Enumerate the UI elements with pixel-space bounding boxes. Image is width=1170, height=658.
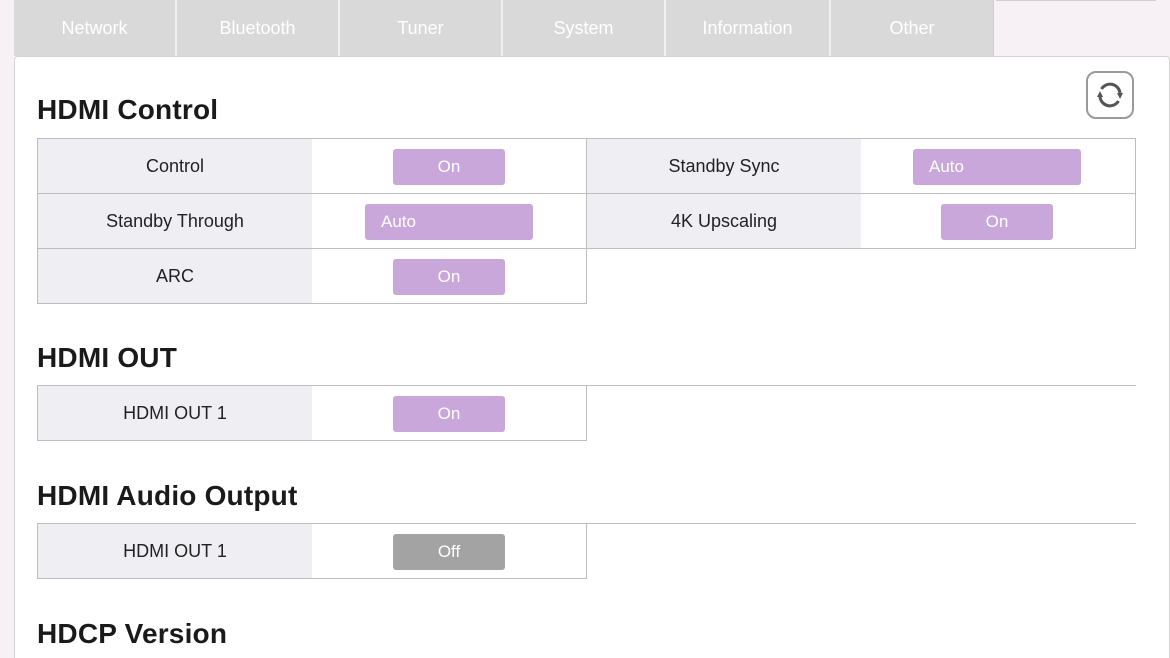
section-title-hdmi-control: HDMI Control: [37, 94, 219, 125]
tab-bar-divider: [996, 0, 1156, 1]
tab-system[interactable]: System: [503, 0, 666, 56]
column-divider: [586, 138, 587, 249]
refresh-icon: [1097, 82, 1123, 108]
hdmi-audio-output-table-border: [37, 523, 587, 579]
tab-other[interactable]: Other: [831, 0, 994, 56]
section-title-hdcp-version: HDCP Version: [37, 618, 228, 649]
tab-bluetooth[interactable]: Bluetooth: [177, 0, 340, 56]
hdmi-out-table-border: [37, 385, 587, 441]
tab-information[interactable]: Information: [666, 0, 831, 56]
tab-tuner[interactable]: Tuner: [340, 0, 503, 56]
settings-tab-bar: Network Bluetooth Tuner System Informati…: [14, 0, 994, 56]
section-title-hdmi-out: HDMI OUT: [37, 342, 178, 373]
arc-row-border: [37, 248, 587, 304]
tab-network[interactable]: Network: [14, 0, 177, 56]
refresh-button[interactable]: [1086, 71, 1134, 119]
section-title-hdmi-audio-output: HDMI Audio Output: [37, 480, 298, 511]
